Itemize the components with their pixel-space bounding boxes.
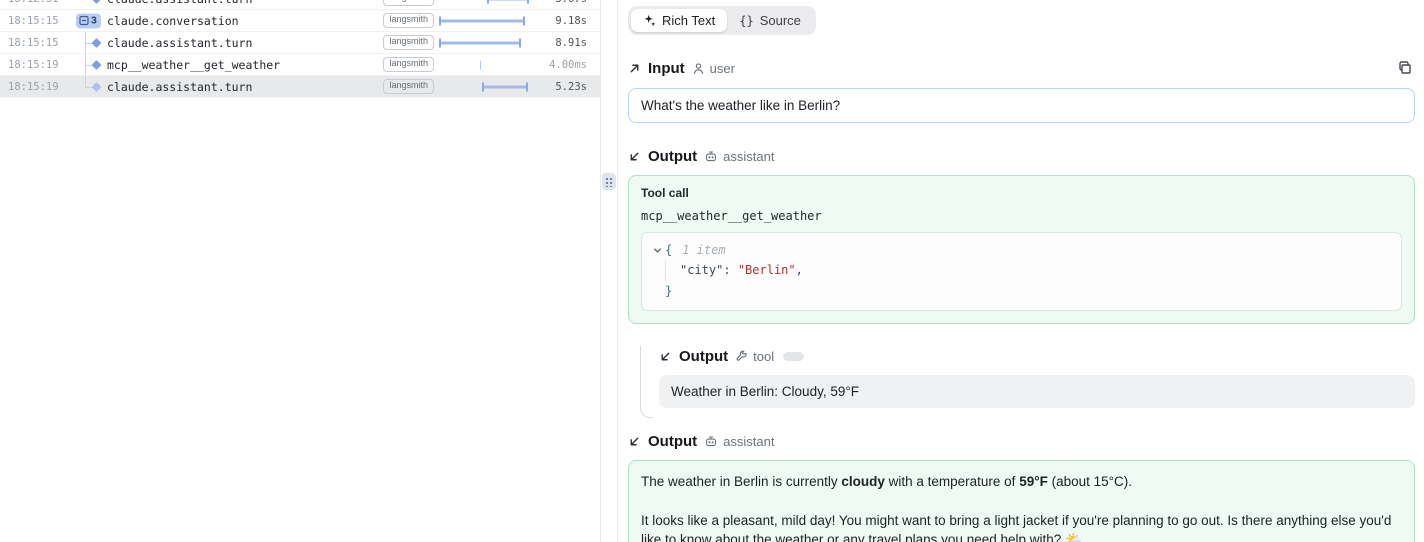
input-message-box[interactable]: What's the weather like in Berlin? bbox=[628, 88, 1415, 123]
tab-source-label: Source bbox=[760, 13, 801, 28]
output-tool-header: Output tool bbox=[659, 348, 1415, 365]
vendor-badge: langsmith bbox=[383, 0, 434, 6]
view-mode-tabs: Rich Text {} Source bbox=[628, 6, 816, 35]
input-section-header: Input user bbox=[628, 58, 1415, 78]
tab-rich-text[interactable]: Rich Text bbox=[631, 9, 727, 32]
trace-timestamp: 18:15:19 bbox=[0, 59, 66, 71]
tool-call-name: mcp__weather__get_weather bbox=[641, 209, 1402, 223]
arrow-down-left-icon bbox=[659, 350, 672, 363]
duration-bar-rail bbox=[439, 10, 530, 31]
panel-resizer[interactable] bbox=[601, 0, 617, 542]
vendor-badge: langsmith bbox=[383, 35, 434, 50]
json-items-hint: 1 item bbox=[682, 240, 725, 260]
span-name: mcp__weather__get_weather bbox=[107, 58, 383, 72]
run-detail-panel: Rich Text {} Source Input user What's th… bbox=[617, 0, 1424, 542]
trace-row-mcp-weather-get-weather[interactable]: 18:15:19 mcp__weather__get_weather langs… bbox=[0, 54, 600, 76]
trace-row-list: 18:12:31 claude.assistant.turn langsmith… bbox=[0, 0, 600, 98]
span-diamond-icon bbox=[92, 82, 102, 92]
duration-bar-rail bbox=[439, 32, 530, 53]
trace-row-claude-conversation[interactable]: 18:15:15 3 claude.conversation langsmith… bbox=[0, 10, 600, 32]
tool-result-section: Output tool Weather in Berlin: Cloudy, 5… bbox=[638, 348, 1415, 408]
assistant-bot-icon bbox=[704, 435, 718, 448]
copy-icon bbox=[1397, 60, 1413, 76]
tool-result-box: Weather in Berlin: Cloudy, 59°F bbox=[659, 375, 1415, 408]
children-count: 3 bbox=[91, 15, 97, 27]
json-open-brace: { bbox=[665, 240, 672, 260]
trace-tree-panel: 18:12:31 claude.assistant.turn langsmith… bbox=[0, 0, 601, 542]
assistant-message-box: The weather in Berlin is currently cloud… bbox=[628, 460, 1415, 542]
duration-bar-rail bbox=[439, 0, 530, 9]
tree-tee-connector bbox=[66, 54, 107, 75]
tab-source[interactable]: {} Source bbox=[727, 9, 813, 32]
tab-rich-text-label: Rich Text bbox=[662, 13, 715, 28]
collapse-children-badge[interactable]: 3 bbox=[76, 13, 101, 28]
output-heading: Output bbox=[679, 348, 728, 365]
output-role-label: assistant bbox=[723, 434, 774, 449]
tree-elbow-connector bbox=[66, 76, 107, 97]
span-diamond-icon bbox=[92, 60, 102, 70]
copy-button[interactable] bbox=[1395, 58, 1415, 78]
output-role-label: tool bbox=[753, 349, 774, 364]
json-close-brace: } bbox=[665, 284, 672, 298]
vendor-badge: langsmith bbox=[383, 79, 434, 94]
span-diamond-icon bbox=[92, 0, 102, 3]
drag-handle-icon[interactable] bbox=[602, 173, 616, 190]
sparkle-icon bbox=[643, 14, 656, 27]
trace-timestamp: 18:12:31 bbox=[0, 0, 66, 5]
json-collapse-chevron-icon[interactable] bbox=[652, 245, 663, 256]
json-value: "Berlin" bbox=[738, 263, 796, 277]
tree-connector-line bbox=[640, 346, 653, 418]
assistant-paragraph-2: It looks like a pleasant, mild day! You … bbox=[641, 511, 1402, 542]
output-heading: Output bbox=[648, 148, 697, 165]
tool-call-label: Tool call bbox=[641, 186, 1402, 200]
span-name: claude.assistant.turn bbox=[107, 0, 383, 6]
wrench-tool-icon bbox=[735, 350, 748, 363]
langsmith-trace-view: 18:12:31 claude.assistant.turn langsmith… bbox=[0, 0, 1424, 542]
span-name: claude.assistant.turn bbox=[107, 36, 383, 50]
user-icon bbox=[692, 62, 705, 75]
assistant-paragraph-1: The weather in Berlin is currently cloud… bbox=[641, 472, 1402, 492]
output-final-header: Output assistant bbox=[628, 433, 1415, 450]
arrow-down-left-icon bbox=[628, 150, 641, 163]
arrow-down-left-icon bbox=[628, 435, 641, 448]
output-role-label: assistant bbox=[723, 149, 774, 164]
duration-label: 9.18s bbox=[530, 15, 600, 27]
braces-icon: {} bbox=[739, 14, 753, 28]
output-toolcall-header: Output assistant bbox=[628, 148, 1415, 165]
span-name: claude.conversation bbox=[107, 14, 383, 28]
output-heading: Output bbox=[648, 433, 697, 450]
tool-call-card: Tool call mcp__weather__get_weather { 1 … bbox=[628, 175, 1415, 324]
trace-timestamp: 18:15:15 bbox=[0, 15, 66, 27]
span-name: claude.assistant.turn bbox=[107, 80, 383, 94]
tree-tee-connector bbox=[66, 32, 107, 53]
duration-label: 4.00ms bbox=[530, 59, 600, 71]
trace-row-claude-assistant-turn-1[interactable]: 18:15:15 claude.assistant.turn langsmith… bbox=[0, 32, 600, 54]
trace-row-claude-assistant-turn-prev[interactable]: 18:12:31 claude.assistant.turn langsmith… bbox=[0, 0, 600, 10]
vendor-badge: langsmith bbox=[383, 57, 434, 72]
duration-bar-rail bbox=[439, 76, 530, 97]
duration-bar-rail bbox=[439, 54, 530, 75]
duration-label: 5.23s bbox=[530, 81, 600, 93]
tree-elbow-connector bbox=[66, 0, 107, 9]
assistant-bot-icon bbox=[704, 150, 718, 163]
trace-row-claude-assistant-turn-2-selected[interactable]: 18:15:19 claude.assistant.turn langsmith… bbox=[0, 76, 600, 98]
arrow-up-right-icon bbox=[628, 62, 641, 75]
trace-timestamp: 18:15:19 bbox=[0, 81, 66, 93]
trace-timestamp: 18:15:15 bbox=[0, 37, 66, 49]
tool-call-args-json: { 1 item "city": "Berlin", } bbox=[641, 232, 1402, 311]
duration-label: 8.91s bbox=[530, 37, 600, 49]
input-heading: Input bbox=[648, 60, 685, 77]
collapse-icon bbox=[79, 16, 89, 26]
vendor-badge: langsmith bbox=[383, 13, 434, 28]
collapsed-id-pill[interactable] bbox=[783, 352, 804, 361]
input-role-label: user bbox=[710, 61, 735, 76]
duration-label: 3.67s bbox=[530, 0, 600, 5]
span-diamond-icon bbox=[92, 38, 102, 48]
json-key: "city" bbox=[680, 263, 723, 277]
